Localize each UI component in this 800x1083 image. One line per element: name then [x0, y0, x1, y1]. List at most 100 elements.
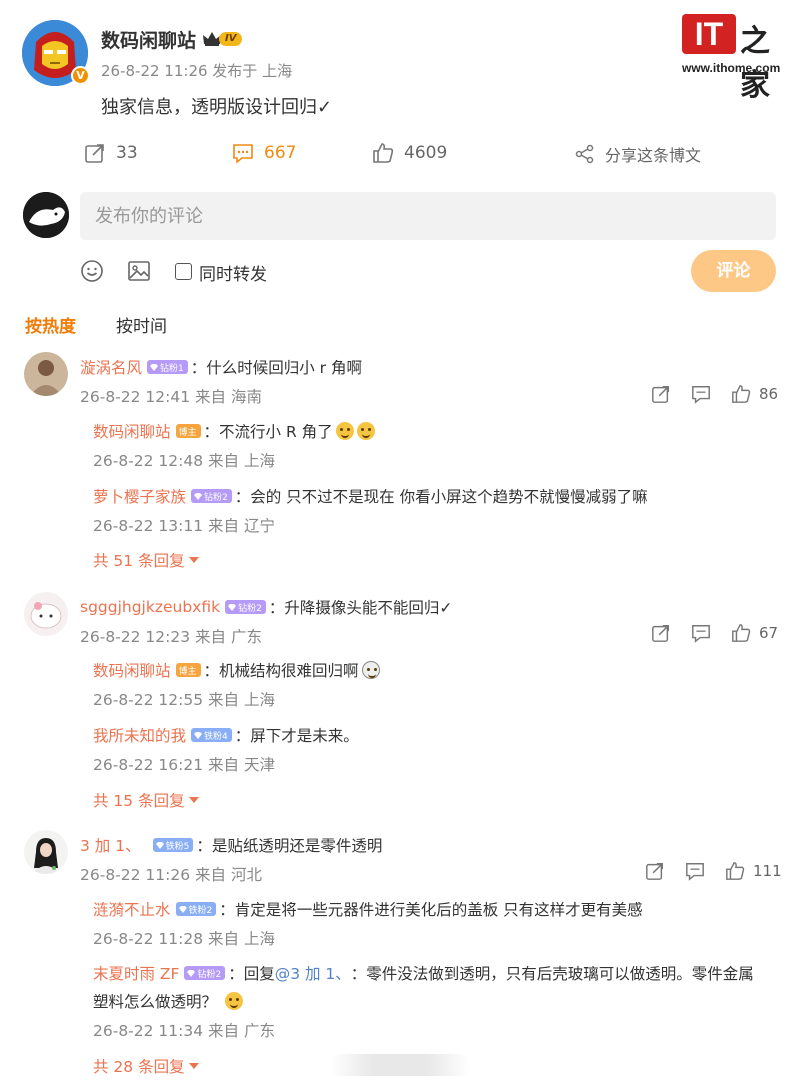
repost-icon[interactable]: [651, 623, 671, 643]
reply-time: 26-8-22 12:48 来自 上海: [93, 452, 275, 470]
share-icon: [575, 144, 594, 164]
reply-user[interactable]: 末夏时雨 ZF: [93, 962, 179, 984]
post-meta: 26-8-22 11:26 发布于 上海: [101, 62, 293, 80]
reply-text: ：肯定是将一些元器件进行美化后的盖板 只有这样才更有美感: [219, 901, 643, 919]
verified-badge: V: [71, 66, 90, 85]
repost-button[interactable]: 33: [84, 142, 138, 164]
fan-badge: 钻粉2: [225, 600, 266, 614]
comment-text: ：什么时候回归小 r 角啊: [190, 359, 362, 377]
tab-sort-time[interactable]: 按时间: [116, 312, 167, 337]
comment-text: ：升降摄像头能不能回归✓: [268, 599, 453, 617]
comment-input[interactable]: [80, 192, 776, 240]
repost-icon[interactable]: [651, 384, 671, 404]
reply-time: 26-8-22 13:11 来自 辽宁: [93, 517, 275, 535]
reply-line: 萝卜樱子家族 钻粉2 ：会的 只不过不是现在 你看小屏这个趋势不就慢慢减弱了嘛: [93, 485, 648, 507]
repost-icon: [85, 144, 104, 163]
reply-line: 数码闲聊站 博主 ：不流行小 R 角了: [93, 420, 375, 442]
comment-icon[interactable]: [691, 384, 711, 404]
diamond-icon: [178, 905, 187, 913]
reply-user[interactable]: 我所未知的我: [93, 724, 186, 746]
chevron-down-icon: [188, 557, 199, 563]
comment-line: 漩涡名风 钻粉1 ：什么时候回归小 r 角啊: [80, 356, 362, 378]
reply-text: ：零件没法做到透明，只有后壳玻璃可以做透明。零件金属: [350, 965, 754, 983]
post-author[interactable]: 数码闲聊站: [101, 26, 196, 53]
comment-line: sgggjhgjkzeubxfik 钻粉2 ：升降摄像头能不能回归✓: [80, 596, 452, 618]
chevron-down-icon: [188, 797, 199, 803]
reply-text: ：机械结构很难回归啊: [203, 662, 359, 680]
comment-line: 3 加 1、 铁粉5 ：是贴纸透明还是零件透明: [80, 834, 382, 856]
like-button[interactable]: 4609: [372, 142, 447, 164]
comment-likes: 86: [759, 385, 779, 403]
comment-user[interactable]: 漩涡名风: [80, 356, 142, 378]
more-replies-link[interactable]: 共 28 条回复: [93, 1055, 199, 1077]
fan-badge: 钻粉1: [147, 360, 188, 374]
comment-icon[interactable]: [685, 861, 705, 881]
reply-line: 末夏时雨 ZF 钻粉2 ：回复 @3 加 1、 ：零件没法做到透明，只有后壳玻璃…: [93, 962, 754, 984]
comment-time: 26-8-22 12:23 来自 广东: [80, 628, 262, 646]
comment-user[interactable]: sgggjhgjkzeubxfik: [80, 598, 220, 616]
fan-badge: 钻粉2: [191, 489, 232, 503]
reply-time: 26-8-22 12:55 来自 上海: [93, 691, 275, 709]
submit-comment-button[interactable]: 评论: [691, 250, 776, 292]
comment-likes: 111: [753, 862, 782, 880]
host-badge: 博主: [175, 424, 201, 438]
dizzy-emoji-icon: [361, 661, 380, 679]
thumbs-up-icon[interactable]: [725, 861, 745, 881]
thumbs-up-icon: [373, 143, 394, 163]
ithome-logo: IT 之家 www.ithome.com: [682, 14, 781, 103]
comment-avatar[interactable]: [24, 592, 68, 636]
thumbs-up-icon[interactable]: [731, 623, 751, 643]
image-icon[interactable]: [127, 259, 151, 287]
diamond-icon: [228, 603, 237, 611]
reply-text: 塑料怎么做透明？: [93, 993, 218, 1011]
reply-line: 涟漪不止水 铁粉2 ：肯定是将一些元器件进行美化后的盖板 只有这样才更有美感: [93, 898, 643, 920]
repost-checkbox[interactable]: [175, 263, 192, 280]
comments-button[interactable]: 667: [232, 142, 296, 164]
my-avatar[interactable]: [23, 192, 69, 238]
more-replies-link[interactable]: 共 51 条回复: [93, 549, 199, 571]
chevron-down-icon: [188, 1063, 199, 1069]
reply-user[interactable]: 数码闲聊站: [93, 420, 171, 442]
laugh-emoji-icon: [356, 422, 375, 440]
comment-actions: 67: [651, 623, 778, 643]
reply-time: 26-8-22 11:28 来自 上海: [93, 930, 275, 948]
comment-user[interactable]: 3 加 1、: [80, 834, 141, 856]
emoji-icon[interactable]: [80, 259, 104, 287]
laugh-emoji-icon: [225, 992, 244, 1010]
fan-badge: 铁粉4: [191, 728, 232, 742]
reply-line-continued: 塑料怎么做透明？: [93, 990, 244, 1012]
reply-text: ：不流行小 R 角了: [203, 423, 333, 441]
laugh-emoji-icon: [335, 422, 354, 440]
diamond-icon: [194, 492, 203, 500]
post-text: 独家信息，透明版设计回归✓: [101, 97, 333, 118]
thumbs-up-icon[interactable]: [731, 384, 751, 404]
fan-badge: 铁粉5: [152, 838, 194, 852]
repost-icon[interactable]: [645, 861, 665, 881]
diamond-icon: [155, 841, 164, 849]
reply-text: ：会的 只不过不是现在 你看小屏这个趋势不就慢慢减弱了嘛: [234, 488, 648, 506]
comment-actions: 86: [651, 384, 778, 404]
diamond-icon: [187, 969, 196, 977]
reply-time: 26-8-22 11:34 来自 广东: [93, 1022, 275, 1040]
level-badge: IV: [202, 30, 243, 47]
share-button[interactable]: 分享这条博文: [575, 142, 701, 166]
reply-text: ：屏下才是未来。: [234, 727, 359, 745]
reply-user[interactable]: 涟漪不止水: [93, 898, 171, 920]
diamond-icon: [194, 731, 203, 739]
comment-actions: 111: [645, 861, 782, 881]
comment-time: 26-8-22 11:26 来自 河北: [80, 866, 262, 884]
comment-avatar[interactable]: [24, 830, 68, 874]
tab-sort-hot[interactable]: 按热度: [25, 312, 76, 337]
diamond-icon: [150, 363, 159, 371]
scroll-fade-overlay: [330, 1054, 470, 1076]
fan-badge: 钻粉2: [184, 966, 226, 980]
reply-line: 我所未知的我 铁粉4 ：屏下才是未来。: [93, 724, 359, 746]
reply-user[interactable]: 萝卜樱子家族: [93, 485, 186, 507]
reply-user[interactable]: 数码闲聊站: [93, 659, 171, 681]
reply-line: 数码闲聊站 博主 ：机械结构很难回归啊: [93, 659, 380, 681]
comment-icon[interactable]: [691, 623, 711, 643]
host-badge: 博主: [175, 663, 201, 677]
mention-link[interactable]: @3 加 1、: [275, 962, 351, 984]
comment-avatar[interactable]: [24, 352, 68, 396]
more-replies-link[interactable]: 共 15 条回复: [93, 789, 199, 811]
